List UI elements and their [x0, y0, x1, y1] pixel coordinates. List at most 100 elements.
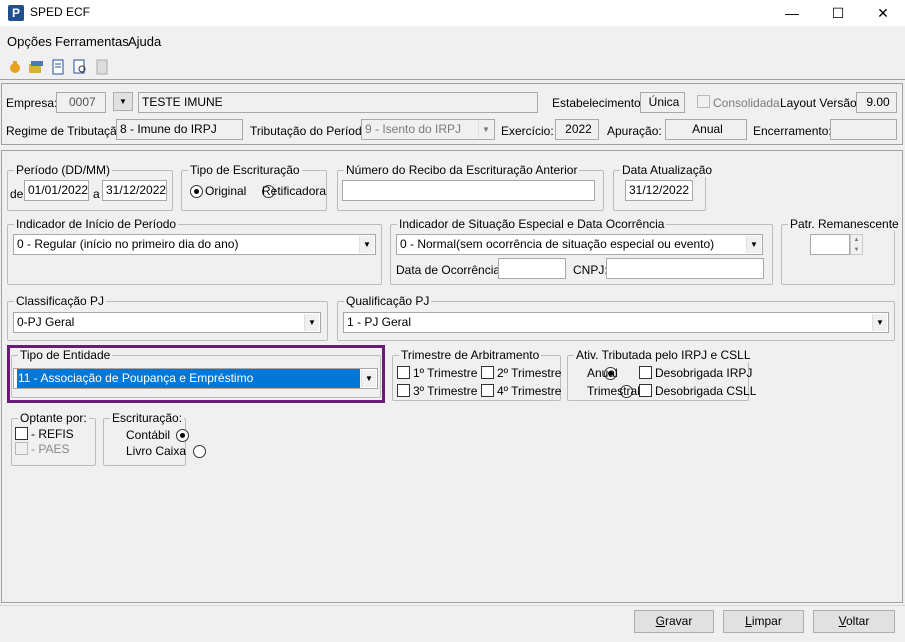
tipo-escrituracao-legend: Tipo de Escrituração — [188, 163, 302, 177]
contabil-label: Contábil — [126, 428, 171, 442]
limpar-button[interactable]: Limpar — [723, 610, 804, 633]
trimestre4-label: 4º Trimestre — [497, 384, 562, 398]
chevron-down-icon: ▼ — [304, 314, 319, 331]
hand-icon[interactable] — [7, 59, 23, 75]
exercicio-label: Exercício: — [501, 124, 554, 138]
trimestre-legend: Trimestre de Arbitramento — [399, 348, 542, 362]
chevron-down-icon: ▼ — [359, 236, 374, 253]
trimestre4-checkbox[interactable] — [481, 384, 494, 397]
menu-ferramentas[interactable]: Ferramentas — [55, 34, 129, 49]
separator — [0, 79, 905, 80]
desobrigada-irpj-label: Desobrigada IRPJ — [655, 366, 753, 380]
escrituracao-legend: Escrituração: — [110, 411, 185, 425]
paes-checkbox[interactable] — [15, 442, 28, 455]
close-button[interactable]: ✕ — [860, 0, 905, 26]
layout-field: 9.00 — [856, 92, 897, 113]
desobrigada-csll-label: Desobrigada CSLL — [655, 384, 757, 398]
original-label: Original — [205, 184, 247, 198]
trimestre3-checkbox[interactable] — [397, 384, 410, 397]
data-ocorrencia-input[interactable] — [498, 258, 566, 279]
refis-checkbox[interactable] — [15, 427, 28, 440]
optante-legend: Optante por: — [18, 411, 89, 425]
patr-input[interactable] — [810, 234, 850, 255]
situacao-legend: Indicador de Situação Especial e Data Oc… — [397, 217, 667, 231]
a-label: a — [93, 187, 100, 201]
entidade-selected-value: 11 - Associação de Poupança e Empréstimo — [16, 369, 361, 388]
layout-label: Layout Versão: — [780, 96, 861, 110]
consolidada-label: Consolidada — [713, 96, 780, 110]
estab-field: Única — [640, 92, 685, 113]
paes-label: - PAES — [31, 442, 70, 456]
empresa-name-field: TESTE IMUNE — [138, 92, 538, 113]
classificacao-legend: Classificação PJ — [14, 294, 107, 308]
cnpj-input[interactable] — [606, 258, 764, 279]
menu-opcoes[interactable]: Opções — [7, 34, 52, 49]
periodo-inicio-input[interactable]: 01/01/2022 — [24, 180, 89, 201]
window-title: SPED ECF — [30, 5, 91, 19]
apuracao-field: Anual — [665, 119, 747, 140]
data-atualizacao-legend: Data Atualização — [620, 163, 715, 177]
tributacao-label: Tributação do Período: — [250, 124, 372, 138]
ativ-legend: Ativ. Tributada pelo IRPJ e CSLL — [574, 348, 753, 362]
estab-label: Estabelecimento: — [552, 96, 645, 110]
app-icon: P — [8, 5, 24, 21]
periodo-legend: Período (DD/MM) — [14, 163, 113, 177]
minimize-button[interactable]: — — [769, 0, 815, 26]
qualificacao-select[interactable]: 1 - PJ Geral ▼ — [343, 312, 889, 333]
trimestre1-label: 1º Trimestre — [413, 366, 478, 380]
indicador-inicio-select[interactable]: 0 - Regular (início no primeiro dia do a… — [13, 234, 376, 255]
de-label: de — [10, 187, 24, 201]
entidade-select[interactable]: 11 - Associação de Poupança e Empréstimo… — [13, 368, 378, 389]
trimestral-label: Trimestral — [587, 384, 640, 398]
document-icon[interactable] — [50, 59, 66, 75]
data-atualizacao-input[interactable]: 31/12/2022 — [625, 180, 693, 201]
chevron-down-icon: ▼ — [746, 236, 761, 253]
patr-legend: Patr. Remanescente — [788, 217, 901, 231]
voltar-button[interactable]: Voltar — [813, 610, 895, 633]
indicador-inicio-legend: Indicador de Início de Período — [14, 217, 179, 231]
empresa-dropdown-button[interactable]: ▼ — [113, 92, 133, 111]
recibo-input[interactable] — [342, 180, 595, 201]
retificadora-label: Retificadora — [262, 184, 327, 198]
desobrigada-irpj-checkbox[interactable] — [639, 366, 652, 379]
classificacao-select[interactable]: 0-PJ Geral ▼ — [13, 312, 321, 333]
chevron-down-icon: ▼ — [361, 370, 376, 387]
disabled-doc-icon — [96, 59, 108, 75]
livro-caixa-radio[interactable] — [192, 445, 206, 459]
trimestre3-label: 3º Trimestre — [413, 384, 478, 398]
situacao-select[interactable]: 0 - Normal(sem ocorrência de situação es… — [396, 234, 763, 255]
desobrigada-csll-checkbox[interactable] — [639, 384, 652, 397]
apuracao-label: Apuração: — [607, 124, 662, 138]
livro-caixa-label: Livro Caixa — [126, 444, 187, 458]
gravar-button[interactable]: Gravar — [634, 610, 714, 633]
settings-icon[interactable] — [28, 59, 44, 75]
maximize-button[interactable]: ☐ — [815, 0, 861, 26]
trimestre1-checkbox[interactable] — [397, 366, 410, 379]
chevron-down-icon: ▼ — [478, 121, 493, 138]
chevron-down-icon: ▼ — [872, 314, 887, 331]
trimestre2-label: 2º Trimestre — [497, 366, 562, 380]
cnpj-label: CNPJ: — [573, 263, 608, 277]
preview-icon[interactable] — [72, 59, 88, 75]
anual-label: Anual — [587, 366, 618, 380]
regime-label: Regime de Tributação: — [6, 124, 127, 138]
tributacao-select[interactable]: 9 - Isento do IRPJ ▼ — [361, 119, 495, 140]
empresa-label: Empresa: — [6, 96, 58, 110]
trimestre2-checkbox[interactable] — [481, 366, 494, 379]
consolidada-checkbox[interactable] — [697, 95, 710, 108]
escrituracao-group: Escrituração: — [103, 411, 186, 466]
entidade-legend: Tipo de Entidade — [18, 348, 113, 362]
bottom-separator — [0, 605, 905, 606]
qualificacao-legend: Qualificação PJ — [344, 294, 432, 308]
encerramento-label: Encerramento: — [753, 124, 832, 138]
regime-field: 8 - Imune do IRPJ — [116, 119, 243, 140]
menu-ajuda[interactable]: Ajuda — [128, 34, 161, 49]
encerramento-field — [830, 119, 897, 140]
recibo-legend: Número do Recibo da Escrituração Anterio… — [344, 163, 580, 177]
periodo-fim-input[interactable]: 31/12/2022 — [102, 180, 167, 201]
empresa-code-field: 0007 — [56, 92, 106, 113]
refis-label: - REFIS — [31, 427, 74, 441]
patr-spinner[interactable]: ▲ ▼ — [850, 234, 863, 255]
exercicio-field: 2022 — [555, 119, 599, 140]
data-ocorrencia-label: Data de Ocorrência: — [396, 263, 504, 277]
